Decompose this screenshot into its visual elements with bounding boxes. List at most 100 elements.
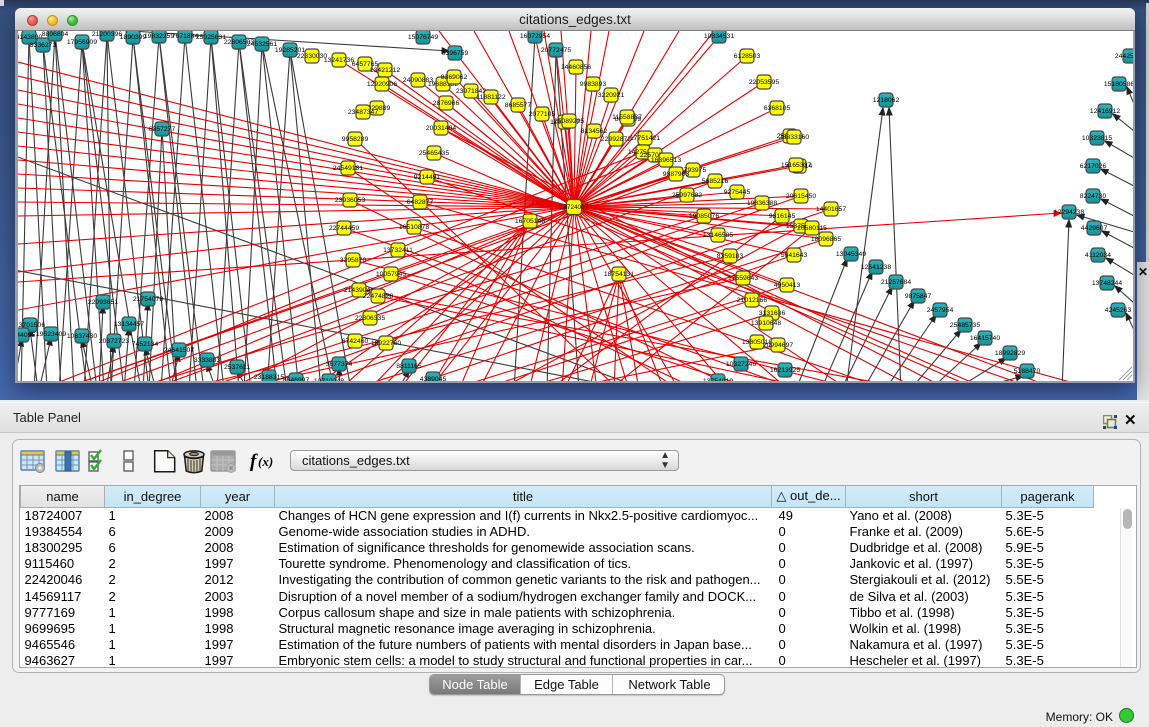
svg-text:7671884: 7671884 — [172, 33, 199, 40]
svg-text:18992829: 18992829 — [995, 350, 1025, 357]
svg-text:8396759: 8396759 — [442, 50, 469, 57]
svg-text:22744459: 22744459 — [329, 225, 359, 232]
svg-text:11558837: 11558837 — [612, 114, 642, 121]
svg-text:16072954: 16072954 — [520, 33, 550, 40]
svg-text:15076749: 15076749 — [408, 34, 438, 41]
svg-text:8806804: 8806804 — [42, 31, 69, 38]
svg-text:16415740: 16415740 — [970, 335, 1000, 342]
svg-text:13241736: 13241736 — [324, 57, 354, 64]
svg-text:13045349: 13045349 — [836, 251, 866, 258]
svg-text:24549181: 24549181 — [333, 165, 363, 172]
svg-text:10323815: 10323815 — [1082, 135, 1112, 142]
svg-text:18096865: 18096865 — [811, 236, 841, 243]
svg-text:3644095: 3644095 — [18, 332, 35, 339]
svg-text:22330030: 22330030 — [297, 53, 327, 60]
svg-text:9816145: 9816145 — [769, 213, 796, 220]
svg-text:17751421: 17751421 — [630, 135, 660, 142]
svg-text:9887903: 9887903 — [663, 171, 690, 178]
svg-text:21257684: 21257684 — [881, 279, 911, 286]
svg-text:18754131: 18754131 — [604, 271, 634, 278]
svg-text:3677374: 3677374 — [326, 361, 353, 368]
svg-text:1218062: 1218062 — [873, 97, 900, 104]
svg-text:25089205: 25089205 — [554, 118, 584, 125]
svg-text:18922760: 18922760 — [371, 340, 401, 347]
svg-text:10334531: 10334531 — [704, 33, 734, 40]
svg-text:25485735: 25485735 — [950, 322, 980, 329]
svg-text:6368105: 6368105 — [764, 105, 791, 112]
svg-text:10837430: 10837430 — [67, 333, 97, 340]
svg-text:16213925: 16213925 — [770, 367, 800, 374]
svg-text:22093651: 22093651 — [88, 299, 118, 306]
svg-text:22992872: 22992872 — [601, 136, 631, 143]
svg-text:21200396: 21200396 — [92, 31, 122, 38]
svg-text:9983893: 9983893 — [580, 81, 607, 88]
svg-text:20580115: 20580115 — [797, 225, 827, 232]
svg-text:9875847: 9875847 — [905, 293, 932, 300]
svg-text:8134562: 8134562 — [581, 128, 608, 135]
svg-text:8224730: 8224730 — [1080, 193, 1107, 200]
svg-text:4429607: 4429607 — [1081, 225, 1108, 232]
svg-text:20615450: 20615450 — [786, 193, 816, 200]
svg-text:19085076: 19085076 — [689, 213, 719, 220]
svg-text:2457954: 2457954 — [927, 307, 954, 314]
svg-text:9958289: 9958289 — [342, 136, 369, 143]
svg-text:2537611: 2537611 — [224, 364, 250, 371]
svg-text:6742460: 6742460 — [342, 338, 369, 345]
svg-text:9275445: 9275445 — [724, 189, 751, 196]
svg-text:24532561: 24532561 — [247, 41, 277, 48]
svg-text:10057945: 10057945 — [376, 271, 406, 278]
svg-text:25025631: 25025631 — [196, 34, 226, 41]
svg-text:15165337: 15165337 — [781, 162, 811, 169]
svg-text:13421212: 13421212 — [370, 67, 400, 74]
svg-text:19523409: 19523409 — [36, 331, 66, 338]
svg-text:2876966: 2876966 — [433, 100, 460, 107]
svg-text:23487347: 23487347 — [348, 109, 378, 116]
svg-text:f: f — [250, 451, 258, 472]
svg-text:17559643: 17559643 — [728, 275, 758, 282]
svg-text:11881122: 11881122 — [476, 94, 505, 101]
svg-text:16705148: 16705148 — [515, 218, 545, 225]
svg-text:5685216: 5685216 — [702, 178, 729, 185]
svg-text:10327246: 10327246 — [726, 361, 756, 368]
svg-text:24641507: 24641507 — [164, 347, 194, 354]
svg-text:22306335: 22306335 — [355, 315, 385, 322]
svg-text:12920906: 12920906 — [367, 81, 397, 88]
svg-text:6128503: 6128503 — [734, 53, 761, 60]
svg-text:15180586: 15180586 — [1104, 81, 1133, 88]
svg-text:13910648: 13910648 — [751, 320, 781, 327]
svg-text:6482877: 6482877 — [407, 199, 434, 206]
svg-text:3395870: 3395870 — [340, 257, 367, 264]
svg-text:19836388: 19836388 — [747, 200, 777, 207]
svg-text:21012166: 21012166 — [737, 297, 767, 304]
svg-text:25997682: 25997682 — [672, 192, 702, 199]
svg-text:22053595: 22053595 — [749, 79, 779, 86]
svg-text:8336273: 8336273 — [30, 42, 57, 49]
svg-text:3220921: 3220921 — [598, 92, 625, 99]
svg-text:20372723: 20372723 — [99, 338, 129, 345]
svg-text:1890399: 1890399 — [120, 34, 147, 41]
svg-text:4050413: 4050413 — [774, 282, 801, 289]
svg-text:5188470: 5188470 — [1014, 368, 1041, 375]
svg-text:19832259: 19832259 — [144, 33, 174, 40]
svg-text:24425670: 24425670 — [1115, 53, 1133, 60]
svg-text:13146585: 13146585 — [703, 232, 733, 239]
svg-text:14401657: 14401657 — [816, 206, 846, 213]
svg-text:8811165: 8811165 — [396, 363, 422, 370]
svg-text:9214491: 9214491 — [414, 174, 441, 181]
svg-text:4245263: 4245263 — [1105, 307, 1132, 314]
svg-text:12294238: 12294238 — [1054, 209, 1084, 216]
svg-text:8685577: 8685577 — [505, 102, 532, 109]
svg-text:17956909: 17956909 — [67, 39, 97, 46]
svg-text:22474828: 22474828 — [363, 293, 393, 300]
svg-text:12541238: 12541238 — [861, 264, 891, 271]
svg-text:6217026: 6217026 — [1080, 163, 1107, 170]
svg-text:2077105: 2077105 — [529, 111, 556, 118]
svg-text:7452134: 7452134 — [132, 341, 159, 348]
svg-text:12416912: 12416912 — [1090, 108, 1120, 115]
svg-text:8369062: 8369062 — [441, 74, 468, 81]
svg-text:8359183: 8359183 — [717, 253, 744, 260]
svg-text:13134457: 13134457 — [114, 321, 144, 328]
svg-text:20031404: 20031404 — [426, 125, 456, 132]
svg-text:14460856: 14460856 — [561, 64, 591, 71]
svg-text:16396513: 16396513 — [651, 157, 681, 164]
